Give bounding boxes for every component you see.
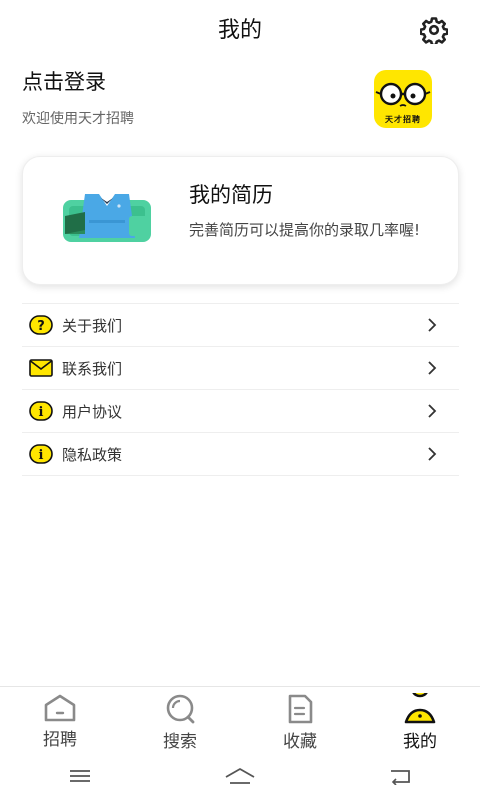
menu-label-contact: 联系我们	[62, 359, 123, 378]
home-nav-button[interactable]	[160, 752, 320, 800]
question-icon: ?	[29, 315, 53, 335]
logo-text: 天才招聘	[385, 115, 421, 124]
tab-mine[interactable]: 我的	[360, 687, 480, 752]
tab-favorites[interactable]: 收藏	[240, 687, 360, 752]
menu-label-privacy-policy: 隐私政策	[62, 445, 123, 464]
mail-icon	[29, 359, 53, 377]
login-area[interactable]: 点击登录 欢迎使用天才招聘	[22, 66, 322, 128]
chevron-right-icon	[428, 361, 437, 375]
menu-item-user-agreement[interactable]: i 用户协议	[22, 390, 459, 433]
svg-text:i: i	[39, 448, 44, 463]
chevron-right-icon	[428, 447, 437, 461]
resume-title: 我的简历	[189, 183, 273, 207]
settings-button[interactable]	[418, 14, 450, 46]
info-icon: i	[29, 444, 53, 464]
resume-suit-icon	[63, 194, 151, 242]
header: 我的	[0, 0, 480, 56]
glasses-face-icon	[375, 82, 431, 107]
tab-label: 搜索	[163, 732, 197, 752]
hamburger-icon	[70, 770, 90, 782]
tab-label: 我的	[403, 732, 437, 752]
bottom-tab-bar: 招聘 搜索 收藏 我的	[0, 686, 480, 752]
back-icon	[391, 770, 410, 785]
back-nav-button[interactable]	[320, 752, 480, 800]
login-subtitle: 欢迎使用天才招聘	[22, 111, 134, 127]
menu-nav-button[interactable]	[0, 752, 160, 800]
menu-item-about[interactable]: ? 关于我们	[22, 304, 459, 347]
document-icon	[288, 694, 313, 724]
resume-card[interactable]: 我的简历 完善简历可以提高你的录取几率喔!	[22, 156, 459, 285]
page-title: 我的	[217, 18, 262, 43]
tab-label: 收藏	[283, 732, 317, 752]
home-icon	[44, 694, 76, 722]
info-icon: i	[29, 401, 53, 421]
menu-item-contact[interactable]: 联系我们	[22, 347, 459, 390]
menu-label-user-agreement: 用户协议	[62, 402, 123, 421]
person-icon	[404, 693, 436, 724]
menu-list: ? 关于我们 联系我们 i 用户协议 i 隐私政策	[22, 303, 459, 476]
svg-text:?: ?	[37, 319, 45, 334]
chevron-right-icon	[428, 404, 437, 418]
tab-recruitment[interactable]: 招聘	[0, 687, 120, 750]
tab-search[interactable]: 搜索	[120, 687, 240, 752]
menu-item-privacy-policy[interactable]: i 隐私政策	[22, 433, 459, 476]
search-icon	[166, 694, 195, 724]
resume-description: 完善简历可以提高你的录取几率喔!	[189, 221, 421, 239]
home-outline-icon	[225, 768, 255, 784]
tab-label: 招聘	[43, 730, 77, 750]
app-logo: 天才招聘	[374, 70, 432, 128]
svg-text:i: i	[39, 405, 44, 420]
menu-label-about: 关于我们	[62, 316, 123, 335]
system-nav-bar	[0, 752, 480, 800]
gear-icon	[420, 17, 448, 44]
chevron-right-icon	[428, 318, 437, 332]
login-title[interactable]: 点击登录	[22, 66, 322, 96]
